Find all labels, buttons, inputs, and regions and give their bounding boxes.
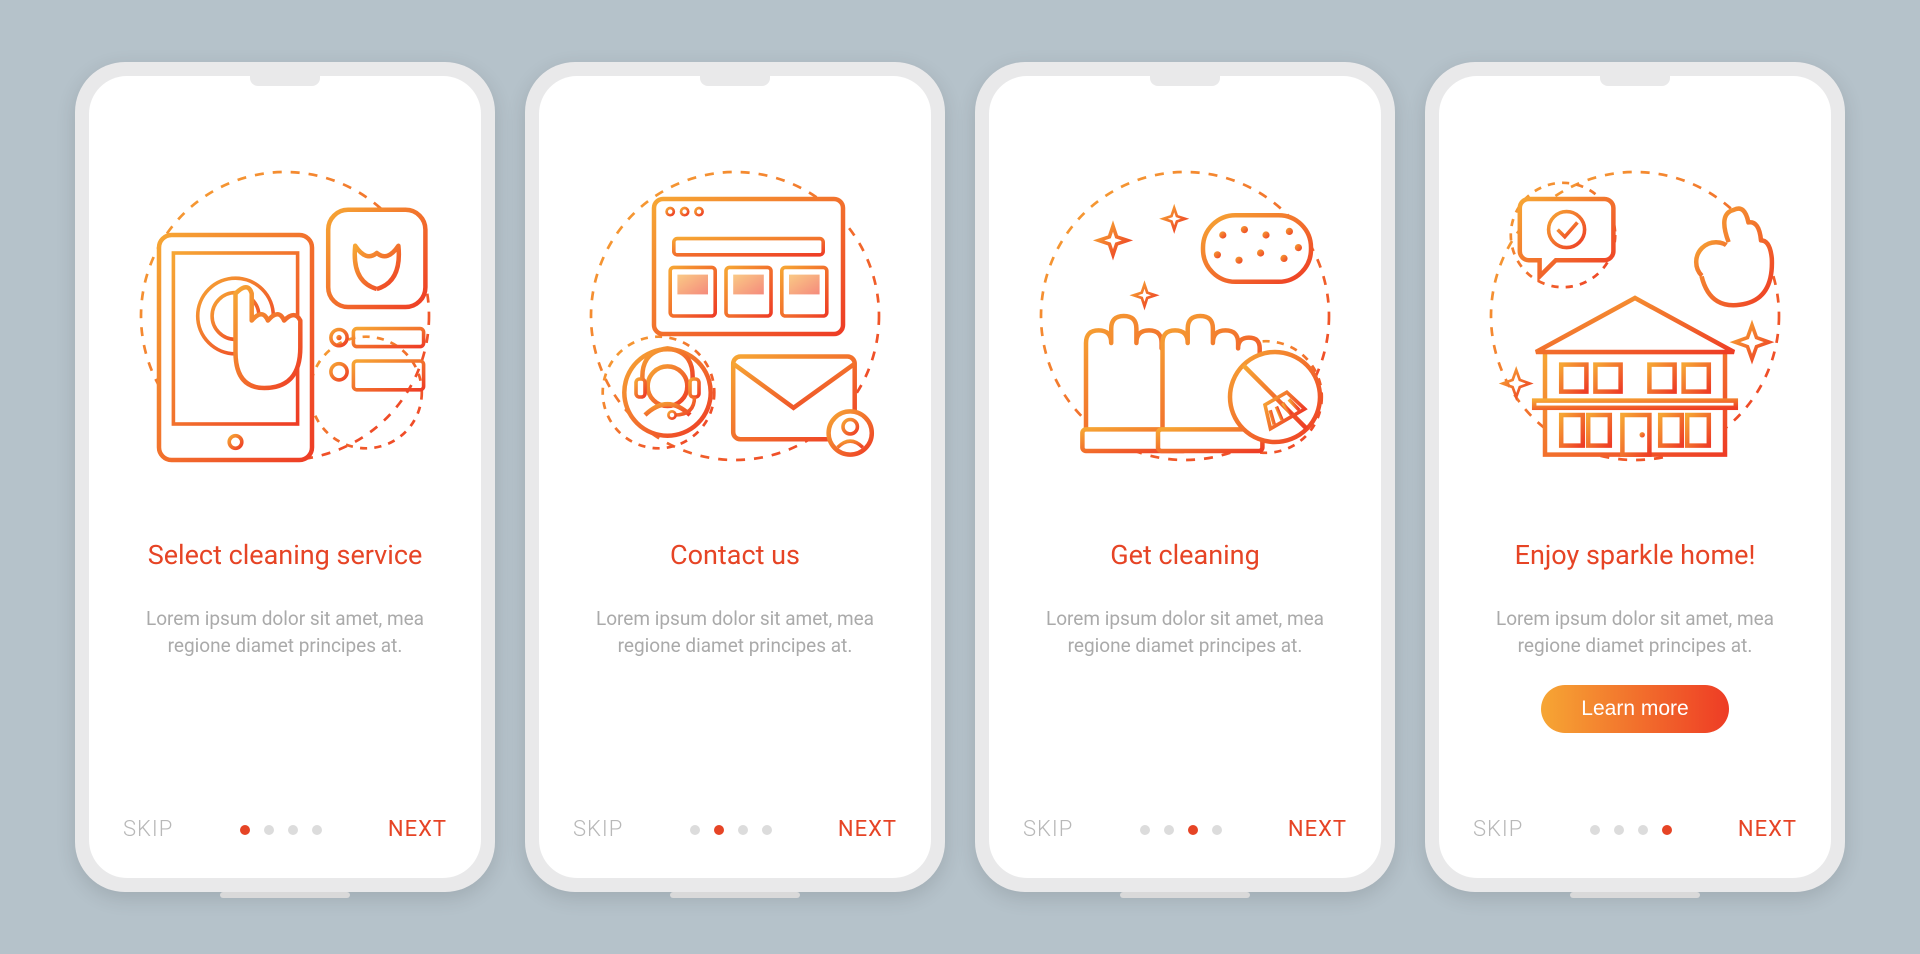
next-button[interactable]: NEXT [1288,817,1347,842]
onboarding-nav: SKIP NEXT [123,817,447,848]
phone-frame: Contact us Lorem ipsum dolor sit amet, m… [525,62,945,892]
dot-2[interactable] [1164,825,1174,835]
dot-2[interactable] [714,825,724,835]
page-indicator [1590,825,1672,835]
dot-3[interactable] [288,825,298,835]
phone-screen-3: Get cleaning Lorem ipsum dolor sit amet,… [989,76,1381,878]
phone-screen-1: Select cleaning service Lorem ipsum dolo… [89,76,481,878]
screen-description: Lorem ipsum dolor sit amet, mea regione … [1023,606,1347,659]
phone-notch [700,76,770,86]
page-indicator [240,825,322,835]
screen-title: Enjoy sparkle home! [1473,520,1797,592]
dot-4[interactable] [1212,825,1222,835]
dot-4[interactable] [1662,825,1672,835]
phone-screen-2: Contact us Lorem ipsum dolor sit amet, m… [539,76,931,878]
get-cleaning-icon [1023,116,1347,516]
dot-2[interactable] [264,825,274,835]
skip-button[interactable]: SKIP [1473,817,1523,842]
dot-3[interactable] [1188,825,1198,835]
phone-frame: Select cleaning service Lorem ipsum dolo… [75,62,495,892]
contact-us-icon [573,116,897,516]
screen-title: Contact us [573,520,897,592]
dot-3[interactable] [738,825,748,835]
phone-screen-4: Enjoy sparkle home! Lorem ipsum dolor si… [1439,76,1831,878]
onboarding-nav: SKIP NEXT [1023,817,1347,848]
select-service-icon [123,116,447,516]
dot-1[interactable] [690,825,700,835]
phone-speaker [1570,892,1700,898]
next-button[interactable]: NEXT [838,817,897,842]
dot-1[interactable] [1140,825,1150,835]
learn-more-button[interactable]: Learn more [1541,685,1728,733]
screen-description: Lorem ipsum dolor sit amet, mea regione … [1473,606,1797,659]
skip-button[interactable]: SKIP [123,817,173,842]
screen-description: Lorem ipsum dolor sit amet, mea regione … [573,606,897,659]
skip-button[interactable]: SKIP [1023,817,1073,842]
phone-speaker [670,892,800,898]
phone-notch [1150,76,1220,86]
phone-speaker [220,892,350,898]
dot-3[interactable] [1638,825,1648,835]
screen-title: Get cleaning [1023,520,1347,592]
dot-4[interactable] [762,825,772,835]
sparkle-home-icon [1473,116,1797,516]
phone-notch [250,76,320,86]
dot-2[interactable] [1614,825,1624,835]
page-indicator [1140,825,1222,835]
next-button[interactable]: NEXT [1738,817,1797,842]
onboarding-nav: SKIP NEXT [1473,817,1797,848]
dot-1[interactable] [1590,825,1600,835]
onboarding-phones-row: Select cleaning service Lorem ipsum dolo… [75,62,1845,892]
skip-button[interactable]: SKIP [573,817,623,842]
phone-speaker [1120,892,1250,898]
phone-notch [1600,76,1670,86]
phone-frame: Enjoy sparkle home! Lorem ipsum dolor si… [1425,62,1845,892]
next-button[interactable]: NEXT [388,817,447,842]
phone-frame: Get cleaning Lorem ipsum dolor sit amet,… [975,62,1395,892]
dot-4[interactable] [312,825,322,835]
page-indicator [690,825,772,835]
screen-title: Select cleaning service [123,520,447,592]
dot-1[interactable] [240,825,250,835]
onboarding-nav: SKIP NEXT [573,817,897,848]
screen-description: Lorem ipsum dolor sit amet, mea regione … [123,606,447,659]
